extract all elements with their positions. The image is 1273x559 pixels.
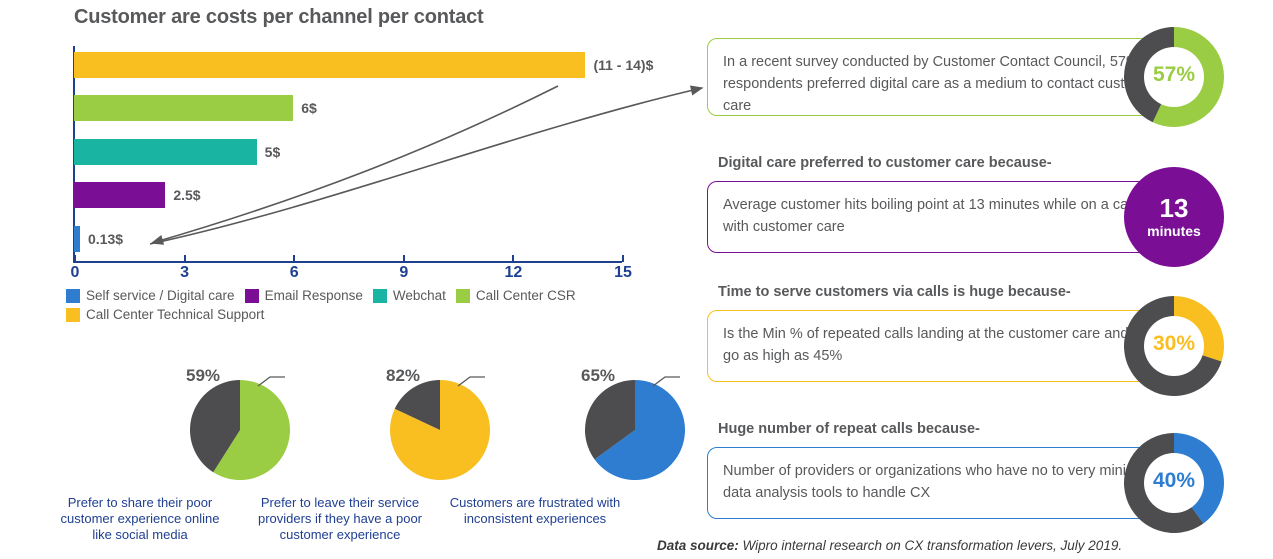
legend-label: Webchat (392, 288, 446, 303)
pie-caption: Prefer to leave their service providers … (257, 495, 423, 542)
legend-swatch-icon (372, 288, 387, 303)
bar (74, 182, 166, 208)
pie-graphic (190, 376, 290, 480)
legend-item[interactable]: Email Response (244, 288, 363, 303)
insight-card[interactable]: Huge number of repeat calls because- Numb… (660, 421, 1273, 533)
pie-leader-line (457, 376, 485, 387)
badge-value: 57% (1152, 63, 1196, 86)
infographic-root: Customer are costs per channel per conta… (0, 0, 1273, 559)
legend-swatch-icon (244, 288, 259, 303)
bar-value-label: 5$ (264, 144, 281, 160)
legend-row: Self service / Digital care Email Respons… (66, 288, 646, 307)
insight-card[interactable]: Digital care preferred to customer care … (660, 155, 1273, 267)
pie-percent-label: 65% (581, 366, 616, 385)
pie-percent-label: 82% (386, 366, 421, 385)
pie-caption: Prefer to share their poor customer expe… (60, 495, 220, 542)
bar-chart: (11 - 14)$ 6$ 5$ 2.5$ 0.13$ 0 3 6 9 12 15 (0, 0, 660, 290)
legend-item[interactable]: Webchat (372, 288, 446, 303)
card-body-box[interactable]: In a recent survey conducted by Customer… (707, 38, 1177, 116)
insight-card[interactable]: In a recent survey conducted by Customer… (660, 27, 1273, 148)
badge-value: 13 (1159, 193, 1189, 223)
legend-swatch-icon (66, 307, 80, 322)
card-heading: Huge number of repeat calls because- (718, 421, 980, 437)
bar-value-label: 6$ (301, 100, 317, 116)
card-badge: 13 minutes (1124, 167, 1224, 267)
pie-leader-line (257, 376, 285, 387)
x-tick-label: 6 (289, 264, 299, 281)
bar-chart-legend: Self service / Digital care Email Respons… (66, 288, 646, 326)
card-body-text: Is the Min % of repeated calls landing a… (723, 326, 1156, 364)
legend-label: Self service / Digital care (86, 288, 235, 303)
x-tick (293, 255, 296, 262)
x-axis (73, 261, 622, 263)
card-heading: Time to serve customers via calls is hug… (718, 284, 1071, 300)
x-tick (402, 255, 405, 262)
x-tick-label: 12 (504, 264, 523, 281)
legend-row: Call Center Technical Support (66, 307, 646, 326)
bar (74, 226, 80, 252)
data-source: Data source: Wipro internal research on … (657, 538, 1122, 553)
legend-label: Email Response (264, 288, 363, 303)
data-source-prefix: Data source: (657, 538, 739, 553)
bar-value-label: (11 - 14)$ (593, 57, 654, 73)
bar-value-label: 0.13$ (88, 231, 124, 247)
card-body-box[interactable]: Number of providers or organizations who… (707, 447, 1177, 519)
card-badge: 40% (1124, 433, 1224, 533)
x-tick (183, 255, 186, 262)
legend-swatch-icon (66, 288, 80, 303)
bar (74, 95, 294, 121)
x-tick (74, 255, 76, 262)
legend-item[interactable]: Call Center Technical Support (66, 307, 264, 322)
bar (74, 52, 586, 78)
card-body-text: Number of providers or organizations who… (723, 463, 1150, 501)
legend-swatch-icon (455, 288, 470, 303)
card-badge: 30% (1124, 296, 1224, 396)
insight-card-group: In a recent survey conducted by Customer… (660, 0, 1273, 559)
x-tick-label: 15 (614, 264, 632, 281)
insight-card[interactable]: Time to serve customers via calls is hug… (660, 284, 1273, 396)
pie-caption: Customers are frustrated with inconsiste… (449, 495, 621, 526)
bar-value-label: 2.5$ (173, 187, 201, 203)
x-tick (512, 255, 515, 262)
x-tick (622, 255, 624, 262)
legend-item[interactable]: Call Center CSR (455, 288, 576, 303)
data-source-text: Wipro internal research on CX transforma… (738, 538, 1123, 553)
badge-value: 40% (1152, 469, 1196, 492)
bar (74, 139, 257, 165)
pie-graphic (390, 376, 490, 480)
card-body-box[interactable]: Is the Min % of repeated calls landing a… (707, 310, 1177, 382)
legend-label: Call Center CSR (475, 288, 576, 303)
card-body-text: In a recent survey conducted by Customer… (723, 54, 1158, 114)
x-tick-label: 9 (399, 264, 409, 281)
badge-unit: minutes (1147, 223, 1201, 239)
x-tick-label: 3 (180, 264, 190, 281)
card-body-text: Average customer hits boiling point at 1… (723, 197, 1135, 235)
badge-value: 30% (1152, 332, 1196, 355)
pie-percent-label: 59% (186, 366, 221, 385)
card-badge: 57% (1124, 27, 1224, 128)
card-heading: Digital care preferred to customer care … (718, 155, 1052, 171)
legend-label: Call Center Technical Support (86, 307, 265, 322)
legend-item[interactable]: Self service / Digital care (66, 288, 235, 303)
x-tick-label: 0 (70, 264, 80, 281)
card-body-box[interactable]: Average customer hits boiling point at 1… (707, 181, 1177, 253)
pie-chart-group: 59% Prefer to share their poor customer e… (40, 340, 685, 559)
